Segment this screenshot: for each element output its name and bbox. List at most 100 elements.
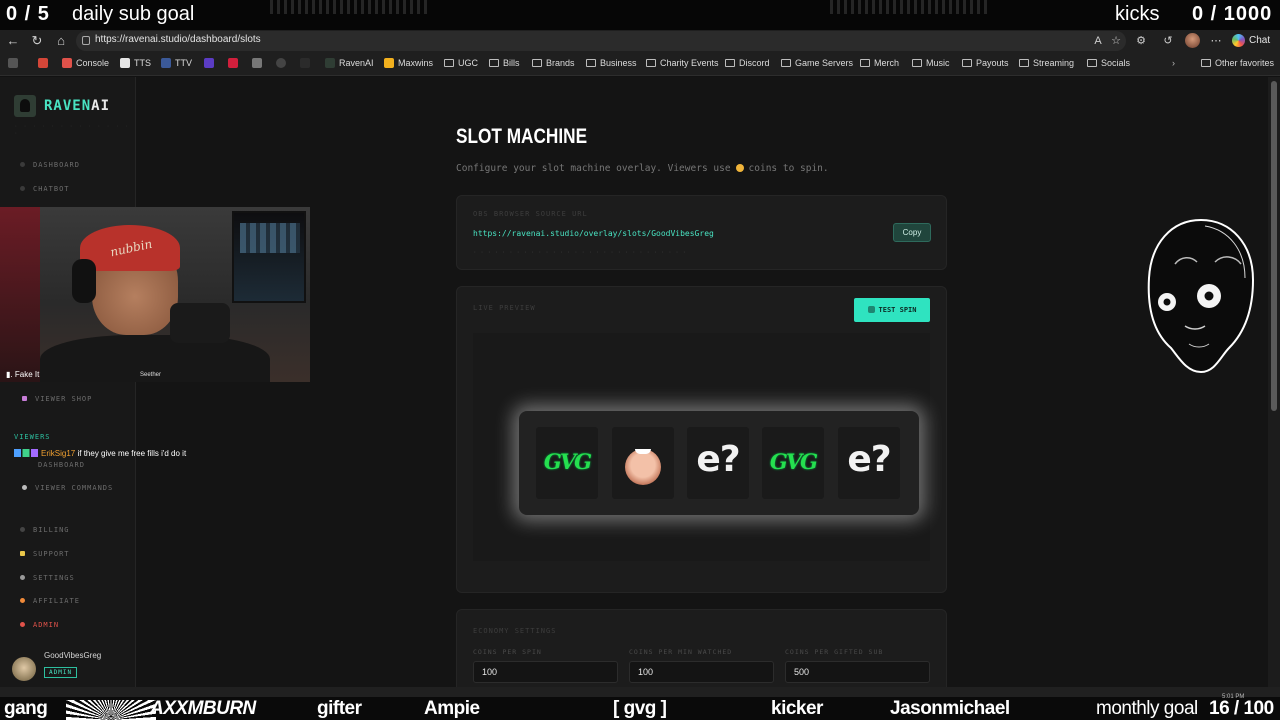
- obs-label: OBS BROWSER SOURCE URL: [473, 210, 588, 218]
- bookmark-console[interactable]: Console: [62, 58, 109, 68]
- url-text[interactable]: https://ravenai.studio/dashboard/slots: [95, 34, 261, 45]
- music-icon: ▮.: [6, 370, 15, 379]
- kicks-goal-label: kicks: [1115, 3, 1160, 25]
- bookmark-brands[interactable]: Brands: [532, 58, 575, 68]
- sidebar-item-support[interactable]: SUPPORT: [20, 550, 70, 558]
- home-icon[interactable]: ⌂: [52, 32, 70, 50]
- microphone: [170, 303, 230, 343]
- chat-message: ErikSig17 if they give me free fills i'd…: [14, 449, 186, 458]
- obs-hint: · · · · · · · · · · · · · · · · · · · · …: [473, 249, 687, 256]
- bookmark-ravenai[interactable]: RavenAI: [325, 58, 374, 68]
- webcam-overlay: nubbin ▮. Fake It Seether: [0, 207, 310, 382]
- bookmark-socials[interactable]: Socials: [1087, 58, 1130, 68]
- screen: 0 / 5 daily sub goal kicks 0 / 1000 ← ↻ …: [0, 0, 1280, 720]
- h-icon[interactable]: [228, 58, 242, 68]
- gear-icon: [20, 575, 25, 580]
- sidebar-item-viewer-commands[interactable]: VIEWER COMMANDS: [22, 484, 113, 492]
- now-playing-artist: Seether: [140, 372, 162, 378]
- bookmark-ugc[interactable]: UGC: [444, 58, 478, 68]
- ticker-item: AXXMBURN: [150, 698, 256, 719]
- bookmarks-bar: Console TTS TTV RavenAI Maxwins UGC Bill…: [0, 52, 1280, 76]
- skull-mascot: [1147, 218, 1255, 374]
- shop-icon: [22, 396, 27, 401]
- bookmark-ttv[interactable]: TTV: [161, 58, 192, 68]
- test-spin-button[interactable]: TEST SPIN: [854, 298, 930, 322]
- ticker-item: kicker: [771, 698, 823, 719]
- coin-icon: [735, 164, 744, 172]
- bookmark-tts[interactable]: TTS: [120, 58, 151, 68]
- dots-icon[interactable]: [252, 58, 266, 68]
- now-playing-title: ▮. Fake It: [6, 370, 40, 379]
- sidebar-item-billing[interactable]: BILLING: [20, 526, 70, 534]
- back-icon[interactable]: ←: [4, 32, 22, 50]
- ticker-item: [ gvg ]: [613, 698, 667, 719]
- sidebar-item-viewer-dashboard[interactable]: DASHBOARD: [38, 461, 85, 469]
- raven-logo-icon: [14, 95, 36, 117]
- coins-per-min-input[interactable]: 100: [629, 661, 774, 683]
- coins-per-gifted-sub-input[interactable]: 500: [785, 661, 930, 683]
- gvg-emote: GVG: [769, 449, 818, 474]
- ticker-item: Ampie: [424, 698, 480, 719]
- sidebar-item-dashboard[interactable]: DASHBOARD: [20, 161, 80, 169]
- bookmark-merch[interactable]: Merch: [860, 58, 899, 68]
- copy-button[interactable]: Copy: [893, 223, 931, 242]
- slot-icon: [867, 306, 875, 313]
- scrollbar[interactable]: [1268, 77, 1280, 687]
- preview-area: GVG e? GVG e?: [473, 333, 930, 561]
- brand-name-raven: RAVEN: [44, 98, 92, 114]
- bookmark-maxwins[interactable]: Maxwins: [384, 58, 433, 68]
- slot-machine: GVG e? GVG e?: [519, 411, 919, 515]
- admin-icon: [20, 622, 25, 627]
- favorite-star-icon[interactable]: ☆: [1108, 33, 1124, 49]
- reel-4: GVG: [762, 427, 824, 499]
- chevron-right-icon[interactable]: ›: [1172, 58, 1175, 68]
- bookmark-bills[interactable]: Bills: [489, 58, 520, 68]
- obs-url[interactable]: https://ravenai.studio/overlay/slots/Goo…: [473, 229, 714, 238]
- refresh-icon[interactable]: ↻: [28, 32, 46, 50]
- extensions-icon[interactable]: ⚙: [1133, 33, 1149, 49]
- bookmark-game-servers[interactable]: Game Servers: [781, 58, 853, 68]
- coins-per-spin-input[interactable]: 100: [473, 661, 618, 683]
- ticker-item: gang: [4, 698, 48, 719]
- sidebar-item-settings[interactable]: SETTINGS: [20, 574, 75, 582]
- sidebar-item-viewer-shop[interactable]: VIEWER SHOP: [22, 395, 92, 403]
- sidebar-item-chatbot[interactable]: CHATBOT: [20, 185, 70, 193]
- coins-per-gifted-sub-label: COINS PER GIFTED SUB: [785, 648, 884, 656]
- history-icon[interactable]: ↺: [1160, 33, 1176, 49]
- sidebar-item-affiliate[interactable]: AFFILIATE: [20, 597, 80, 605]
- read-aloud-icon[interactable]: A: [1090, 33, 1106, 49]
- gmail-icon[interactable]: [38, 58, 52, 68]
- economy-label: ECONOMY SETTINGS: [473, 627, 557, 635]
- brand-name[interactable]: RAVENAI: [44, 98, 110, 114]
- monthly-goal-counter: 16 / 100: [1209, 698, 1274, 719]
- bookmark-charity-events[interactable]: Charity Events: [646, 58, 719, 68]
- ez-icon[interactable]: [204, 58, 218, 68]
- r-icon[interactable]: [300, 58, 314, 68]
- chat-badges-icon: [14, 449, 38, 457]
- copilot-chat-button[interactable]: Chat: [1232, 32, 1270, 50]
- dashboard-icon: [20, 162, 25, 167]
- bookmark-music[interactable]: Music: [912, 58, 950, 68]
- overlay-noise: [270, 0, 430, 14]
- chat-user: ErikSig17: [41, 449, 76, 458]
- avatar[interactable]: [12, 657, 36, 681]
- support-icon: [20, 551, 25, 556]
- bookmark-other-favorites[interactable]: Other favorites: [1201, 58, 1274, 68]
- more-menu-icon[interactable]: ⋯: [1208, 33, 1224, 49]
- monthly-goal-label: monthly goal: [1096, 698, 1198, 719]
- scrollbar-thumb[interactable]: [1271, 81, 1277, 411]
- profile-avatar-icon[interactable]: [1185, 33, 1200, 48]
- bookmark-discord[interactable]: Discord: [725, 58, 770, 68]
- lock-icon: [82, 36, 90, 45]
- bookmark-payouts[interactable]: Payouts: [962, 58, 1009, 68]
- user-name: GoodVibesGreg: [44, 651, 102, 660]
- address-bar[interactable]: https://ravenai.studio/dashboard/slots A…: [76, 31, 1126, 51]
- chat-label: Chat: [1249, 35, 1271, 46]
- openai-icon[interactable]: [276, 58, 290, 68]
- ticker-item: gifter: [317, 698, 362, 719]
- page-content: RAVENAI · · · · · · · · · · · · · · DASH…: [0, 77, 1268, 687]
- bookmark-business[interactable]: Business: [586, 58, 637, 68]
- bookmark-streaming[interactable]: Streaming: [1019, 58, 1074, 68]
- reading-list-icon[interactable]: [8, 58, 22, 68]
- sidebar-item-admin[interactable]: ADMIN: [20, 621, 59, 629]
